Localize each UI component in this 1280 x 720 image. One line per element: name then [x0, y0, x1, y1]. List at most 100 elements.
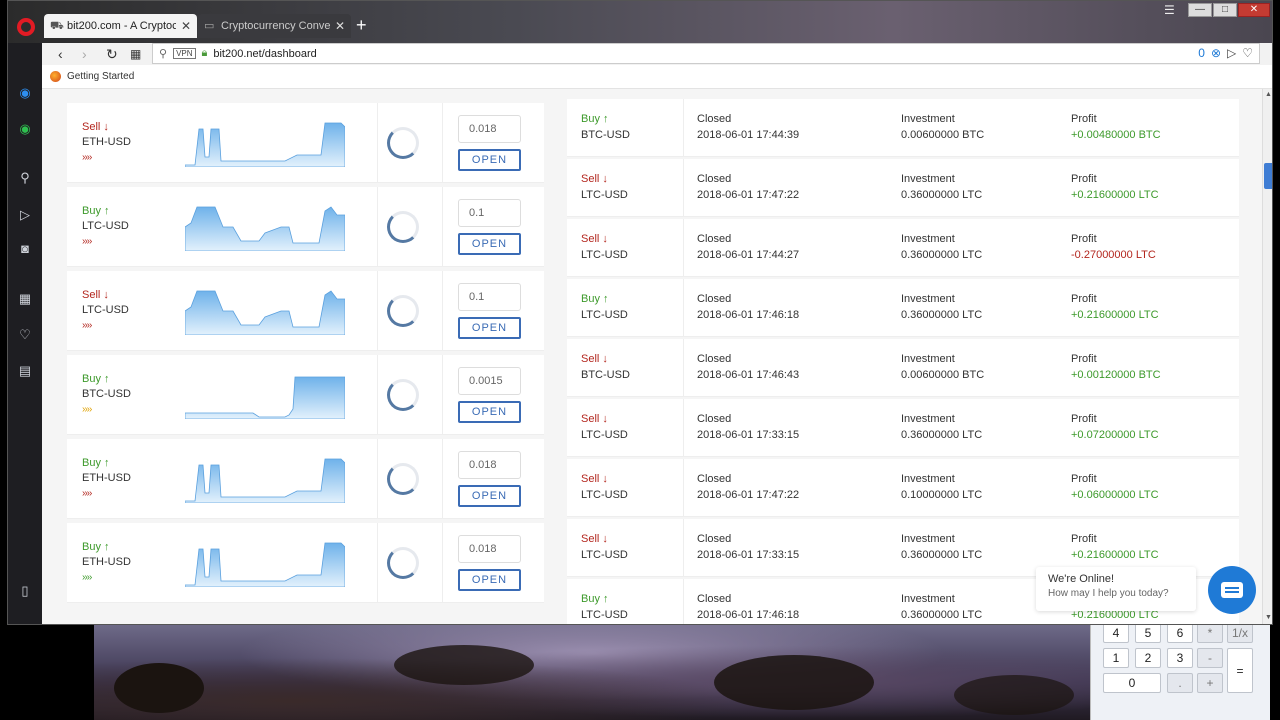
history-icon[interactable]: ▤ — [17, 363, 33, 379]
trade-status: Closed — [697, 533, 732, 545]
signal-direction: Buy ↑ — [82, 541, 110, 553]
divider — [377, 439, 378, 519]
calc-key-0[interactable]: 0 — [1103, 673, 1161, 693]
close-window-button[interactable]: ✕ — [1238, 3, 1270, 17]
divider — [683, 99, 684, 157]
url-field[interactable]: ⚲ VPN 🔒︎ bit200.net/dashboard 0 ⊗ ▷ ♡ — [152, 43, 1260, 64]
profit-label: Profit — [1071, 473, 1097, 485]
trade-direction-label: Sell — [581, 233, 600, 245]
trade-direction: Sell ↓ — [581, 473, 608, 485]
investment-value: 0.36000000 LTC — [901, 609, 983, 621]
close-tab-icon[interactable]: ✕ — [335, 19, 345, 33]
calc-key-6[interactable]: 6 — [1167, 623, 1193, 643]
profit-value: +0.21600000 LTC — [1071, 549, 1159, 561]
close-tab-icon[interactable]: ✕ — [181, 19, 191, 33]
calc-key-equals[interactable]: = — [1227, 648, 1253, 693]
profit-value: +0.07200000 LTC — [1071, 429, 1159, 441]
tab-title: bit200.com - A Cryptocurre — [67, 20, 176, 32]
menu-icon[interactable]: ☰ — [1164, 3, 1175, 17]
new-tab-button[interactable]: + — [356, 15, 367, 35]
flow-icon[interactable]: ▷ — [17, 207, 33, 223]
lock-icon: 🔒︎ — [201, 47, 208, 59]
chat-greeting[interactable]: We're Online! How may I help you today? — [1036, 567, 1196, 611]
adblock-count[interactable]: 0 — [1198, 46, 1205, 60]
scroll-up-icon[interactable]: ▲ — [1265, 91, 1272, 98]
signal-pair: ETH-USD — [82, 472, 131, 484]
calc-key-decimal[interactable]: . — [1167, 673, 1193, 693]
calc-key-multiply[interactable]: * — [1197, 623, 1223, 643]
signal-direction: Buy ↑ — [82, 373, 110, 385]
calc-key-3[interactable]: 3 — [1167, 648, 1193, 668]
trade-direction-arrow-icon: ↓ — [602, 353, 608, 365]
tab-bit200[interactable]: ⛟ bit200.com - A Cryptocurre ✕ — [44, 14, 197, 38]
chat-button[interactable] — [1208, 566, 1256, 614]
signals-panel: Sell ↓ ETH-USD ›››› 0.018 OPEN Buy ↑ LTC… — [67, 89, 544, 624]
open-trade-button[interactable]: OPEN — [458, 317, 521, 339]
chat-subtitle: How may I help you today? — [1048, 588, 1169, 599]
snapshot-icon[interactable]: ◙ — [17, 241, 33, 257]
trade-direction-label: Sell — [581, 413, 600, 425]
calc-key-2[interactable]: 2 — [1135, 648, 1161, 668]
heart-icon[interactable]: ♡ — [1242, 46, 1253, 60]
page-scrollbar[interactable]: ▲ ▼ — [1262, 89, 1272, 624]
signal-card: Sell ↓ ETH-USD ›››› 0.018 OPEN — [67, 103, 544, 183]
trade-status: Closed — [697, 233, 732, 245]
adblock-icon[interactable]: ⊗ — [1211, 46, 1221, 60]
trade-date: 2018-06-01 17:33:15 — [697, 549, 800, 561]
signal-amount-input[interactable]: 0.1 — [458, 199, 521, 227]
signal-amount-input[interactable]: 0.1 — [458, 283, 521, 311]
trades-panel: Buy ↑ BTC-USD Closed 2018-06-01 17:44:39… — [567, 89, 1239, 624]
open-trade-button[interactable]: OPEN — [458, 233, 521, 255]
bookmark-getting-started[interactable]: Getting Started — [67, 71, 134, 82]
forward-icon[interactable]: › — [82, 45, 87, 63]
calc-key-plus[interactable]: + — [1197, 673, 1223, 693]
trade-row: Sell ↓ LTC-USD Closed 2018-06-01 17:33:1… — [567, 399, 1239, 457]
trade-row: Sell ↓ LTC-USD Closed 2018-06-01 17:47:2… — [567, 159, 1239, 217]
open-trade-button[interactable]: OPEN — [458, 485, 521, 507]
reload-icon[interactable]: ↻ — [106, 45, 118, 63]
profit-value: +0.00120000 BTC — [1071, 369, 1161, 381]
signal-amount-input[interactable]: 0.0015 — [458, 367, 521, 395]
signal-strength-icon: ›››› — [82, 572, 92, 583]
open-trade-button[interactable]: OPEN — [458, 401, 521, 423]
back-icon[interactable]: ‹ — [58, 45, 63, 63]
search-icon[interactable]: ⚲ — [17, 170, 33, 186]
sidebar-toggle-icon[interactable]: ▯ — [17, 583, 33, 599]
open-trade-button[interactable]: OPEN — [458, 149, 521, 171]
open-trade-button[interactable]: OPEN — [458, 569, 521, 591]
calc-key-4[interactable]: 4 — [1103, 623, 1129, 643]
tabs-grid-icon[interactable]: ▦ — [130, 45, 141, 63]
signal-direction: Buy ↑ — [82, 205, 110, 217]
send-icon[interactable]: ▷ — [1227, 46, 1236, 60]
signal-amount-input[interactable]: 0.018 — [458, 115, 521, 143]
calc-key-minus[interactable]: - — [1197, 648, 1223, 668]
signal-direction-arrow-icon: ↓ — [100, 289, 109, 301]
calc-key-1[interactable]: 1 — [1103, 648, 1129, 668]
investment-value: 0.00600000 BTC — [901, 129, 985, 141]
tab-converter[interactable]: ▭ Cryptocurrency Converter ✕ — [198, 14, 351, 38]
maximize-button[interactable]: □ — [1213, 3, 1237, 17]
signal-amount-input[interactable]: 0.018 — [458, 535, 521, 563]
trade-pair: BTC-USD — [581, 369, 630, 381]
messenger-icon[interactable]: ◉ — [17, 85, 33, 101]
vpn-badge[interactable]: VPN — [173, 48, 196, 59]
investment-label: Investment — [901, 173, 955, 185]
profit-label: Profit — [1071, 533, 1097, 545]
minimize-button[interactable]: — — [1188, 3, 1212, 17]
trade-date: 2018-06-01 17:47:22 — [697, 189, 800, 201]
trade-direction-label: Buy — [581, 113, 600, 125]
signal-amount-input[interactable]: 0.018 — [458, 451, 521, 479]
divider — [683, 279, 684, 337]
signal-sparkline-chart — [185, 458, 345, 503]
signal-timer-gauge — [387, 379, 419, 411]
url-text: bit200.net/dashboard — [213, 47, 317, 60]
opera-logo-icon[interactable] — [17, 18, 35, 36]
calc-key-reciprocal[interactable]: 1/x — [1227, 623, 1253, 643]
speed-dial-icon[interactable]: ▦ — [17, 291, 33, 307]
scrollbar-thumb[interactable] — [1264, 163, 1272, 189]
bookmarks-heart-icon[interactable]: ♡ — [17, 327, 33, 343]
scroll-down-icon[interactable]: ▼ — [1265, 614, 1272, 621]
calc-key-5[interactable]: 5 — [1135, 623, 1161, 643]
signal-timer-gauge — [387, 127, 419, 159]
whatsapp-icon[interactable]: ◉ — [17, 121, 33, 137]
